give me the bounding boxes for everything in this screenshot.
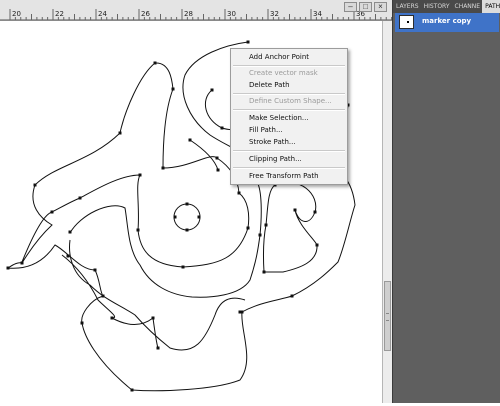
- ruler-label: 24: [98, 10, 107, 18]
- grip-icon: [386, 313, 389, 321]
- panel-tabs: LAYERS HISTORY CHANNE PATHS: [393, 0, 500, 13]
- anchor-point[interactable]: [50, 210, 54, 214]
- ruler-label: 30: [227, 10, 236, 18]
- anchor-point[interactable]: [171, 87, 175, 91]
- anchor-point[interactable]: [80, 321, 84, 325]
- anchor-point[interactable]: [153, 61, 157, 65]
- menu-item-add-anchor-point[interactable]: Add Anchor Point: [249, 53, 309, 61]
- maximize-button[interactable]: □: [359, 2, 372, 12]
- menu-separator: [233, 109, 345, 111]
- anchor-point[interactable]: [78, 196, 82, 200]
- ruler-label: 22: [55, 10, 64, 18]
- menu-separator: [233, 167, 345, 169]
- anchor-point[interactable]: [197, 215, 201, 219]
- menu-separator: [233, 150, 345, 152]
- anchor-point[interactable]: [136, 228, 140, 232]
- tab-paths[interactable]: PATHS: [482, 0, 500, 13]
- path-list-item[interactable]: marker copy: [395, 13, 499, 32]
- menu-separator: [233, 93, 345, 95]
- anchor-point[interactable]: [293, 208, 297, 212]
- anchor-point[interactable]: [93, 268, 97, 272]
- vertical-scrollbar[interactable]: [382, 21, 392, 403]
- close-button[interactable]: ×: [374, 2, 387, 12]
- tab-layers[interactable]: LAYERS: [393, 0, 421, 13]
- anchor-point[interactable]: [188, 138, 192, 142]
- anchor-point[interactable]: [156, 346, 160, 350]
- menu-separator: [233, 65, 345, 67]
- anchor-point[interactable]: [151, 316, 155, 320]
- anchor-point[interactable]: [216, 168, 220, 172]
- anchor-point[interactable]: [68, 230, 72, 234]
- anchor-point[interactable]: [101, 294, 105, 298]
- path-name: marker copy: [422, 17, 472, 25]
- menu-item-delete-path[interactable]: Delete Path: [249, 81, 290, 89]
- anchor-point[interactable]: [237, 191, 241, 195]
- menu-item-make-selection[interactable]: Make Selection...: [249, 114, 309, 122]
- window-controls: – □ ×: [344, 2, 387, 12]
- anchor-point[interactable]: [6, 266, 10, 270]
- anchor-point[interactable]: [185, 202, 189, 206]
- anchor-point[interactable]: [181, 265, 185, 269]
- anchor-point[interactable]: [315, 243, 319, 247]
- anchor-point[interactable]: [240, 310, 244, 314]
- anchor-point[interactable]: [110, 316, 114, 320]
- anchor-point[interactable]: [246, 226, 250, 230]
- anchor-point[interactable]: [161, 166, 165, 170]
- anchor-point[interactable]: [220, 126, 224, 130]
- menu-item-fill-path[interactable]: Fill Path...: [249, 126, 283, 134]
- tab-history[interactable]: HISTORY: [421, 0, 452, 13]
- anchor-point[interactable]: [185, 228, 189, 232]
- anchor-point[interactable]: [173, 215, 177, 219]
- menu-item-create-vector-mask: Create vector mask: [249, 69, 318, 77]
- anchor-point[interactable]: [313, 210, 317, 214]
- anchor-point[interactable]: [262, 270, 266, 274]
- menu-item-clipping-path[interactable]: Clipping Path...: [249, 155, 302, 163]
- anchor-point[interactable]: [33, 183, 37, 187]
- ruler-label: 26: [141, 10, 150, 18]
- scroll-thumb[interactable]: [384, 281, 391, 351]
- ruler-label: 20: [12, 10, 21, 18]
- menu-item-free-transform-path[interactable]: Free Transform Path: [249, 172, 319, 180]
- anchor-point[interactable]: [215, 156, 219, 160]
- minimize-button[interactable]: –: [344, 2, 357, 12]
- anchor-point[interactable]: [20, 261, 24, 265]
- tab-channels[interactable]: CHANNE: [452, 0, 483, 13]
- anchor-point[interactable]: [118, 131, 122, 135]
- anchor-point[interactable]: [290, 294, 294, 298]
- anchor-point[interactable]: [66, 254, 70, 258]
- anchor-point[interactable]: [258, 233, 262, 237]
- anchor-point[interactable]: [210, 88, 214, 92]
- menu-item-stroke-path[interactable]: Stroke Path...: [249, 138, 296, 146]
- anchor-point[interactable]: [130, 388, 134, 392]
- ruler-label: 28: [184, 10, 193, 18]
- path-thumbnail: [399, 15, 414, 29]
- context-menu: Add Anchor Point Create vector mask Dele…: [230, 48, 348, 185]
- anchor-point[interactable]: [138, 173, 142, 177]
- horizontal-ruler: 20 22 24 26 28 30 32 34 36 – □ ×: [0, 0, 392, 21]
- menu-item-define-custom-shape: Define Custom Shape...: [249, 97, 332, 105]
- paths-panel: LAYERS HISTORY CHANNE PATHS marker copy: [392, 0, 500, 403]
- anchor-point[interactable]: [264, 223, 268, 227]
- ruler-label: 34: [313, 10, 322, 18]
- ruler-label: 32: [270, 10, 279, 18]
- thumbnail-dot: [407, 21, 409, 23]
- anchor-point[interactable]: [246, 40, 250, 44]
